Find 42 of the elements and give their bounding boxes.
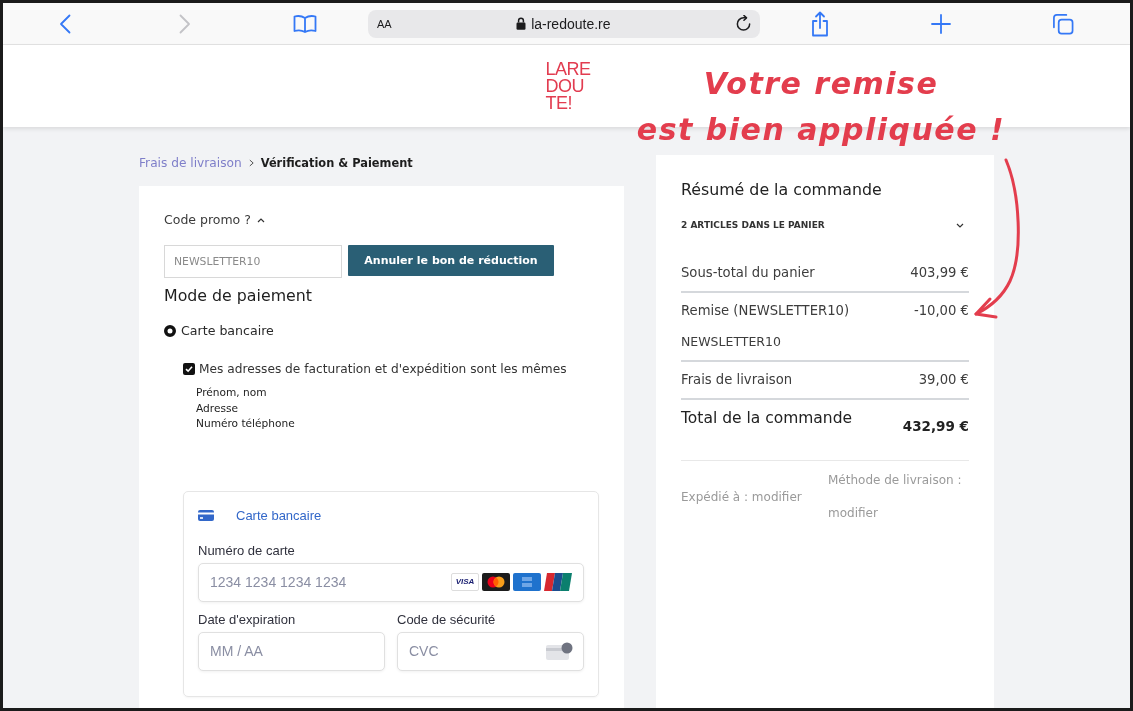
tabs-icon[interactable]	[1052, 12, 1074, 35]
chevron-right-icon	[248, 159, 254, 167]
card-back-icon	[546, 641, 573, 660]
annotation-text: Votre remise est bien appliquée !	[635, 65, 1007, 149]
field-label: Date d'expiration	[198, 611, 296, 628]
expiry-date-field[interactable]: MM / AA	[198, 631, 385, 671]
chevron-icon[interactable]	[956, 222, 964, 228]
summary-amount: -10,00 €	[913, 302, 969, 320]
share-icon[interactable]	[810, 10, 830, 37]
breadcrumb-current[interactable]: Vérification & Paiement	[260, 155, 413, 171]
total-amount: 432,99 €	[902, 417, 969, 435]
credit-card-icon	[198, 510, 214, 521]
summary-label: Remise (NEWSLETTER10)	[681, 302, 850, 320]
field-label: Numéro de carte	[198, 542, 295, 559]
back-icon[interactable]	[59, 13, 71, 34]
address-line: Adresse	[196, 400, 238, 416]
radio-button[interactable]	[164, 325, 176, 337]
summary-title: Résumé de la commande	[681, 180, 882, 200]
summary-amount: 403,99 €	[910, 264, 969, 282]
cart-items-toggle[interactable]: 2 ARTICLES DANS LE PANIER	[681, 218, 825, 232]
reload-icon[interactable]	[735, 15, 752, 32]
section-title: Mode de paiement	[164, 286, 312, 306]
address-line: Numéro téléphone	[196, 416, 295, 431]
payment-tab[interactable]: Carte bancaire	[236, 507, 322, 524]
site-logo[interactable]: LARE DOU TE!	[545, 60, 591, 112]
checkbox[interactable]	[183, 363, 195, 375]
summary-label: Frais de livraison	[681, 371, 793, 389]
security-code-field[interactable]: CVC	[397, 631, 584, 671]
book-icon[interactable]	[293, 13, 317, 34]
discount-code: NEWSLETTER10	[681, 333, 781, 351]
lock-icon	[516, 17, 527, 30]
field-label: Code de sécurité	[397, 611, 496, 628]
summary-label: Sous-total du panier	[681, 264, 815, 282]
address-bar[interactable]: AA la-redoute.re	[368, 9, 760, 38]
checkbox-label[interactable]: Mes adresses de facturation et d'expédition sont les mêmes	[199, 361, 567, 377]
address-line: Prénom, nom	[196, 385, 267, 400]
reader-button[interactable]: AA	[377, 17, 392, 30]
plus-icon[interactable]	[931, 13, 951, 34]
total-label: Total de la commande	[681, 408, 853, 428]
url-text[interactable]: la-redoute.re	[531, 15, 611, 32]
payment-option-label[interactable]: Carte bancaire	[181, 323, 274, 339]
summary-amount: 39,00 €	[918, 371, 969, 389]
